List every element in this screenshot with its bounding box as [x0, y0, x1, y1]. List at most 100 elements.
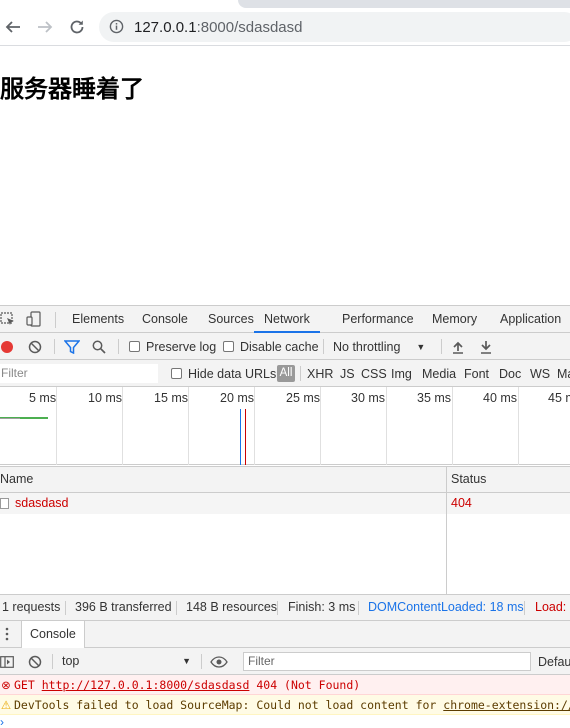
filter-toggle-button[interactable]	[64, 333, 80, 360]
import-har-button[interactable]	[451, 333, 465, 360]
checkbox-box[interactable]	[223, 341, 234, 352]
toolbar-divider	[201, 654, 202, 669]
dropdown-arrow-icon: ▼	[416, 341, 426, 352]
console-error-message: ⊗ GET http://127.0.0.1:8000/sdasdasd 404…	[0, 675, 570, 695]
disable-cache-checkbox[interactable]: Disable cache	[223, 333, 319, 360]
browser-tab[interactable]	[238, 0, 570, 8]
error-method: GET	[14, 678, 42, 692]
column-header-name[interactable]: Name	[0, 467, 33, 492]
request-status: 404	[451, 496, 472, 510]
request-waiting-bar	[0, 418, 20, 419]
dropdown-arrow-icon: ▼	[182, 656, 191, 666]
filter-img[interactable]: Img	[391, 360, 412, 387]
context-select[interactable]: top ▼	[57, 652, 197, 671]
tab-console[interactable]: Console	[142, 306, 188, 333]
record-icon	[1, 340, 13, 353]
inspect-element-icon[interactable]	[0, 311, 16, 330]
download-icon	[481, 340, 491, 354]
filter-css[interactable]: CSS	[361, 360, 387, 387]
console-toolbar: top ▼ Filter Defau	[0, 648, 570, 675]
context-value: top	[62, 654, 80, 668]
summary-domcontentloaded: DOMContentLoaded: 18 ms	[368, 600, 524, 614]
domcontentloaded-marker	[240, 409, 241, 465]
filter-ws[interactable]: WS	[530, 360, 550, 387]
reload-icon	[70, 20, 84, 34]
drawer-tab-console[interactable]: Console	[21, 621, 85, 648]
timeline-gridline	[320, 387, 321, 465]
console-filter-input[interactable]: Filter	[243, 652, 531, 671]
reload-button[interactable]	[66, 16, 88, 38]
network-overview[interactable]: 5 ms 10 ms 15 ms 20 ms 25 ms 30 ms 35 ms…	[0, 387, 570, 465]
export-har-button[interactable]	[479, 333, 493, 360]
timeline-tick-label: 5 ms	[29, 391, 57, 405]
summary-divider	[524, 601, 525, 615]
show-sidebar-button[interactable]	[0, 648, 14, 675]
toolbar-divider	[52, 654, 53, 669]
request-table-header: Name Status	[0, 466, 570, 493]
summary-transferred: 396 B transferred	[75, 600, 172, 614]
clear-button[interactable]	[28, 333, 42, 360]
network-filter-input[interactable]: Filter	[0, 364, 158, 383]
preserve-log-checkbox[interactable]: Preserve log	[129, 333, 216, 360]
filter-doc[interactable]: Doc	[499, 360, 521, 387]
error-status: 404 (Not Found)	[249, 678, 361, 692]
back-arrow-icon	[5, 21, 20, 33]
network-summary-bar: 1 requests 396 B transferred 148 B resou…	[0, 594, 570, 621]
summary-load: Load: 1	[535, 600, 570, 614]
tab-performance[interactable]: Performance	[342, 306, 414, 333]
filter-js[interactable]: JS	[340, 360, 355, 387]
search-button[interactable]	[92, 333, 106, 360]
filter-icon	[64, 339, 80, 354]
error-icon: ⊗	[1, 678, 11, 692]
column-divider[interactable]	[446, 466, 447, 594]
address-bar[interactable]: 127.0.0.1:8000/sdasdasd	[99, 12, 570, 42]
url-text[interactable]: 127.0.0.1:8000/sdasdasd	[134, 19, 302, 36]
filter-all-button[interactable]: All	[277, 365, 295, 382]
filter-manifest[interactable]: Ma	[557, 360, 570, 387]
timeline-gridline	[386, 387, 387, 465]
tab-sources[interactable]: Sources	[208, 306, 254, 333]
preserve-log-label: Preserve log	[146, 339, 217, 354]
column-header-status[interactable]: Status	[451, 467, 486, 492]
tab-elements[interactable]: Elements	[72, 306, 124, 333]
table-row[interactable]: sdasdasd 404	[0, 493, 570, 514]
throttling-select[interactable]: No throttling ▼	[333, 333, 425, 360]
live-expression-button[interactable]	[210, 648, 228, 675]
timeline-gridline	[122, 387, 123, 465]
tab-application[interactable]: Application	[500, 306, 561, 333]
device-toolbar-icon[interactable]	[26, 311, 42, 330]
url-host: 127.0.0.1	[134, 19, 197, 36]
back-button[interactable]	[2, 16, 24, 38]
devtools-tabbar: Elements Console Sources Network Perform…	[0, 306, 570, 333]
search-icon	[92, 340, 106, 354]
record-button[interactable]	[0, 333, 14, 360]
timeline-tick-label: 10 ms	[88, 391, 123, 405]
clear-console-button[interactable]	[28, 648, 42, 675]
timeline-gridline	[56, 387, 57, 465]
forward-button[interactable]	[34, 16, 56, 38]
toolbar-divider	[323, 339, 324, 354]
warning-link[interactable]: chrome-extension://nce	[443, 698, 570, 712]
info-icon[interactable]	[109, 19, 124, 37]
log-levels-select[interactable]: Defau	[538, 648, 570, 675]
load-marker	[245, 409, 246, 465]
request-name[interactable]: sdasdasd	[15, 493, 69, 514]
browser-toolbar: 127.0.0.1:8000/sdasdasd	[0, 8, 570, 46]
filter-media[interactable]: Media	[422, 360, 456, 387]
filter-xhr[interactable]: XHR	[307, 360, 333, 387]
tabbar-divider	[55, 312, 56, 328]
filter-font[interactable]: Font	[464, 360, 489, 387]
tab-network[interactable]: Network	[254, 306, 320, 333]
error-url-link[interactable]: http://127.0.0.1:8000/sdasdasd	[42, 678, 250, 692]
summary-divider	[277, 601, 278, 615]
more-tools-menu-icon[interactable]	[4, 627, 10, 644]
summary-divider	[176, 601, 177, 615]
timeline-tick-label: 45 ms	[548, 391, 570, 405]
checkbox-box[interactable]	[129, 341, 140, 352]
hide-data-urls-checkbox[interactable]: Hide data URLs	[171, 360, 276, 387]
timeline-gridline	[518, 387, 519, 465]
console-prompt[interactable]: ›	[0, 715, 570, 728]
checkbox-box[interactable]	[171, 368, 182, 379]
warning-text: DevTools failed to load SourceMap: Could…	[14, 698, 444, 712]
tab-memory[interactable]: Memory	[432, 306, 477, 333]
